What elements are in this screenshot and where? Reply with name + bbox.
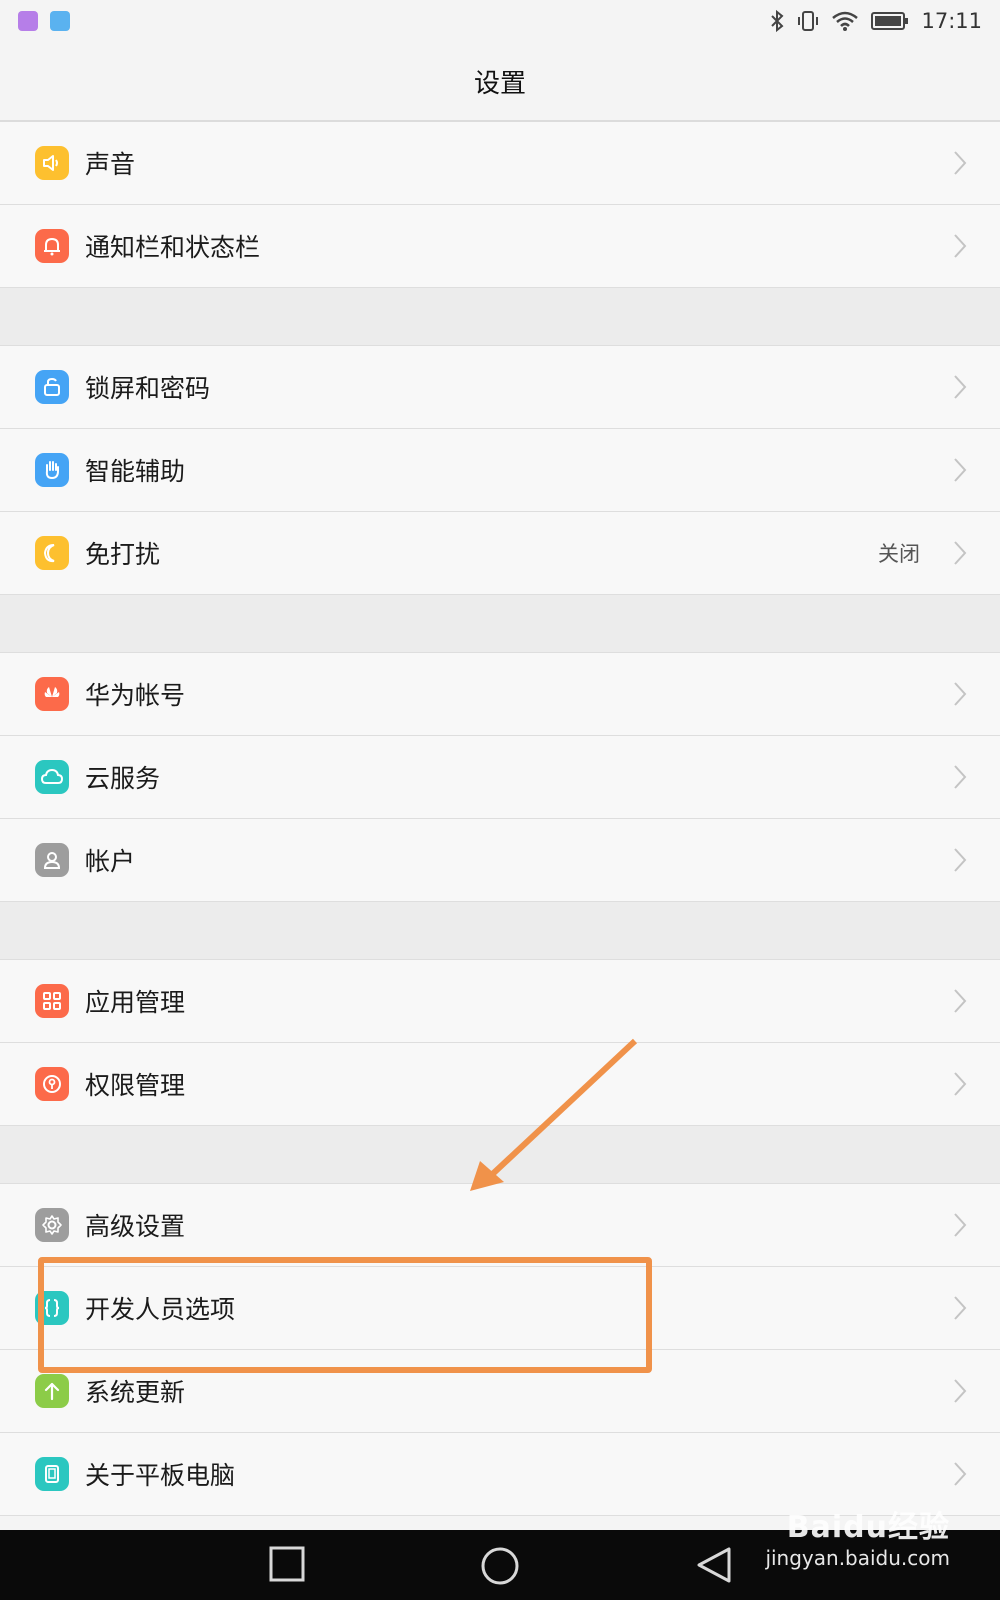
settings-item-label: 权限管理 <box>85 1071 186 1100</box>
page-title-bar: 设置 <box>0 42 1000 122</box>
cloud-icon <box>35 760 69 794</box>
settings-item-label: 通知栏和状态栏 <box>85 233 261 262</box>
key-icon <box>35 1067 69 1101</box>
settings-item[interactable]: 智能辅助 <box>0 429 1000 512</box>
settings-item-label: 云服务 <box>85 764 161 793</box>
bell-icon <box>35 229 69 263</box>
chevron-right-icon <box>952 763 968 791</box>
chevron-right-icon <box>952 373 968 401</box>
chevron-right-icon <box>952 456 968 484</box>
system-status: 17:11 <box>769 9 982 33</box>
settings-item[interactable]: 华为帐号 <box>0 653 1000 736</box>
settings-item[interactable]: 通知栏和状态栏 <box>0 205 1000 288</box>
settings-item-label: 关于平板电脑 <box>85 1461 236 1490</box>
vibrate-icon <box>797 9 819 33</box>
notification-area <box>18 11 70 31</box>
chevron-right-icon <box>952 680 968 708</box>
settings-item-label: 锁屏和密码 <box>85 374 211 403</box>
tablet-icon <box>35 1457 69 1491</box>
settings-item[interactable]: 云服务 <box>0 736 1000 819</box>
gallery-notification-icon <box>18 11 38 31</box>
recents-button[interactable] <box>269 1546 305 1586</box>
chevron-right-icon <box>952 1377 968 1405</box>
section-separator <box>0 902 1000 960</box>
chevron-right-icon <box>952 846 968 874</box>
app-notification-icon <box>50 11 70 31</box>
chevron-right-icon <box>952 539 968 567</box>
wifi-icon <box>831 10 859 32</box>
status-bar: 17:11 <box>0 0 1000 42</box>
battery-icon <box>871 11 909 31</box>
upload-arrow-icon <box>35 1374 69 1408</box>
settings-item[interactable]: 免打扰 关闭 <box>0 512 1000 595</box>
settings-item-label: 帐户 <box>85 847 136 876</box>
chevron-right-icon <box>952 232 968 260</box>
settings-item-label: 系统更新 <box>85 1378 186 1407</box>
hand-icon <box>35 453 69 487</box>
page-title: 设置 <box>473 68 526 99</box>
settings-group: 锁屏和密码智能辅助免打扰 关闭 <box>0 346 1000 595</box>
home-button[interactable] <box>480 1546 520 1590</box>
chevron-right-icon <box>952 1070 968 1098</box>
apps-grid-icon <box>35 984 69 1018</box>
status-time: 17:11 <box>921 9 982 33</box>
chevron-right-icon <box>952 1211 968 1239</box>
chevron-right-icon <box>952 987 968 1015</box>
section-separator <box>0 288 1000 346</box>
chevron-right-icon <box>952 1460 968 1488</box>
settings-group: 声音 通知栏和状态栏 <box>0 122 1000 288</box>
moon-icon <box>35 536 69 570</box>
settings-item[interactable]: 帐户 <box>0 819 1000 902</box>
gear-icon <box>35 1208 69 1242</box>
settings-item[interactable]: 应用管理 <box>0 960 1000 1043</box>
settings-group: 华为帐号 云服务 帐户 <box>0 653 1000 902</box>
back-button[interactable] <box>696 1546 732 1588</box>
annotation-arrow-icon <box>470 1038 638 1191</box>
watermark-logo: Baidu经验 <box>786 1510 950 1545</box>
settings-item[interactable]: 声音 <box>0 122 1000 205</box>
settings-item-label: 华为帐号 <box>85 681 186 710</box>
highlight-box <box>38 1257 652 1373</box>
chevron-right-icon <box>952 149 968 177</box>
settings-item[interactable]: 高级设置 <box>0 1184 1000 1267</box>
settings-item-label: 声音 <box>85 150 136 179</box>
settings-item-label: 应用管理 <box>85 988 186 1017</box>
bluetooth-icon <box>769 9 785 33</box>
watermark: Baidu经验 jingyan.baidu.com <box>765 1502 950 1570</box>
chevron-right-icon <box>952 1294 968 1322</box>
person-icon <box>35 843 69 877</box>
huawei-logo-icon <box>35 677 69 711</box>
settings-item-label: 高级设置 <box>85 1212 186 1241</box>
watermark-url: jingyan.baidu.com <box>765 1546 950 1570</box>
settings-item-label: 免打扰 <box>85 540 161 569</box>
section-separator <box>0 595 1000 653</box>
settings-item-value: 关闭 <box>878 542 920 566</box>
settings-item-label: 智能辅助 <box>85 457 186 486</box>
lock-icon <box>35 370 69 404</box>
speaker-icon <box>35 146 69 180</box>
settings-item[interactable]: 锁屏和密码 <box>0 346 1000 429</box>
